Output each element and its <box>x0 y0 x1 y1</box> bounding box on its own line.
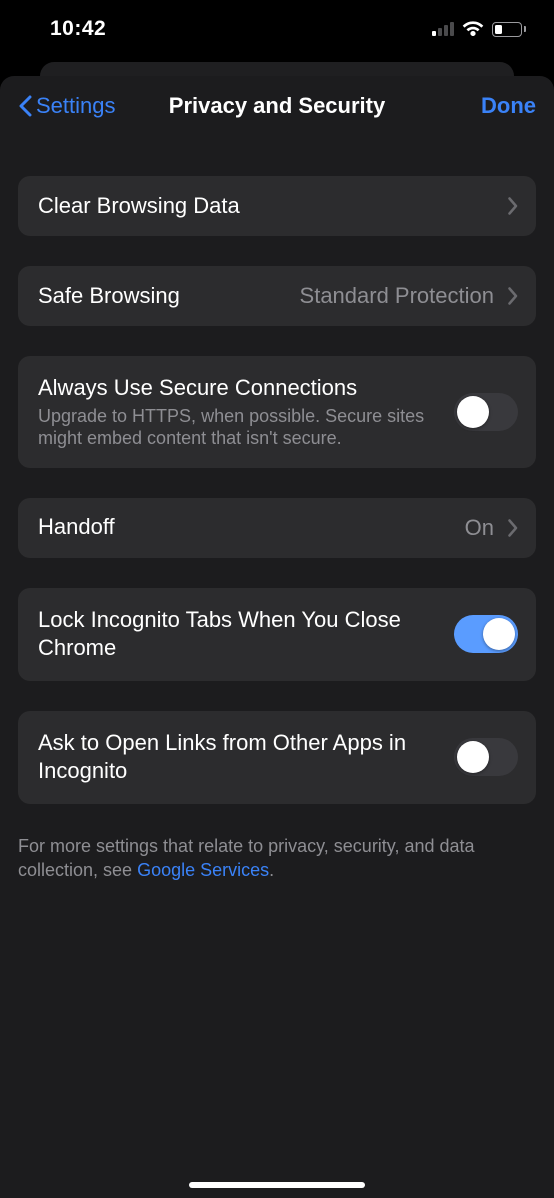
row-title: Lock Incognito Tabs When You Close Chrom… <box>38 606 444 663</box>
footer-suffix: . <box>269 860 274 880</box>
row-subtitle: Upgrade to HTTPS, when possible. Secure … <box>38 405 444 450</box>
settings-content: Clear Browsing Data Safe Browsing Standa… <box>0 136 554 804</box>
row-open-links-incognito: Ask to Open Links from Other Apps in Inc… <box>18 711 536 804</box>
status-bar: 10:42 <box>0 0 554 58</box>
row-title: Clear Browsing Data <box>38 192 502 221</box>
lock-incognito-toggle[interactable] <box>454 615 518 653</box>
row-title: Safe Browsing <box>38 282 300 311</box>
back-button[interactable]: Settings <box>18 93 116 119</box>
row-safe-browsing[interactable]: Safe Browsing Standard Protection <box>18 266 536 326</box>
chevron-right-icon <box>508 519 518 537</box>
status-icons <box>432 21 526 37</box>
secure-connections-toggle[interactable] <box>454 393 518 431</box>
navbar: Settings Privacy and Security Done <box>0 76 554 136</box>
google-services-link[interactable]: Google Services <box>137 860 269 880</box>
open-links-incognito-toggle[interactable] <box>454 738 518 776</box>
status-time: 10:42 <box>50 17 106 41</box>
row-title: Always Use Secure Connections <box>38 374 444 403</box>
footer-note: For more settings that relate to privacy… <box>0 834 554 883</box>
battery-icon <box>492 22 526 37</box>
home-indicator[interactable] <box>189 1182 365 1188</box>
row-handoff[interactable]: Handoff On <box>18 498 536 558</box>
back-label: Settings <box>36 93 116 119</box>
chevron-left-icon <box>18 95 32 117</box>
row-value: Standard Protection <box>300 283 502 309</box>
settings-sheet: Settings Privacy and Security Done Clear… <box>0 76 554 1198</box>
row-title: Ask to Open Links from Other Apps in Inc… <box>38 729 444 786</box>
wifi-icon <box>462 21 484 37</box>
row-always-use-secure-connections: Always Use Secure Connections Upgrade to… <box>18 356 536 468</box>
row-lock-incognito-tabs: Lock Incognito Tabs When You Close Chrom… <box>18 588 536 681</box>
chevron-right-icon <box>508 287 518 305</box>
done-button[interactable]: Done <box>481 93 536 119</box>
cellular-icon <box>432 22 454 36</box>
row-value: On <box>465 515 502 541</box>
chevron-right-icon <box>508 197 518 215</box>
row-title: Handoff <box>38 513 465 542</box>
row-clear-browsing-data[interactable]: Clear Browsing Data <box>18 176 536 236</box>
